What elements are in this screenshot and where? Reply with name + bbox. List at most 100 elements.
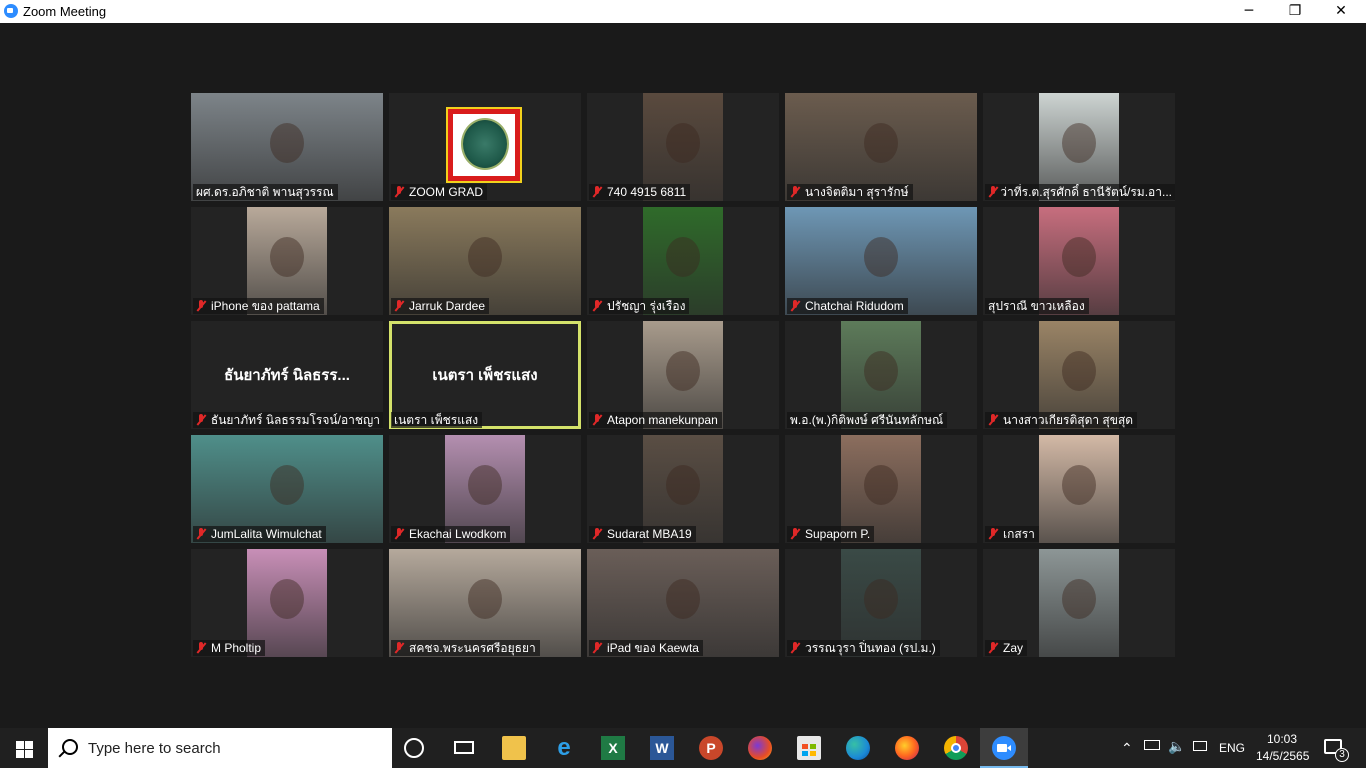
participant-name: Zay bbox=[1003, 641, 1024, 655]
participant-tile[interactable]: JumLalita Wimulchat bbox=[191, 435, 383, 543]
participant-tile[interactable]: เกสรา bbox=[983, 435, 1175, 543]
taskbar: Type here to search e X W P ⌃ 🔈 ENG 10:0… bbox=[0, 728, 1366, 768]
store-icon[interactable] bbox=[797, 736, 821, 760]
participant-tile[interactable]: ธันยาภัทร์ นิลธรร... ธันยาภัทร์ นิลธรรมโร… bbox=[191, 321, 383, 429]
participant-tile[interactable]: Atapon manekunpan bbox=[587, 321, 779, 429]
participant-tile[interactable]: iPhone ของ pattama bbox=[191, 207, 383, 315]
muted-mic-icon bbox=[790, 300, 800, 312]
participant-name-label: ปรัชญา รุ่งเรือง bbox=[589, 298, 690, 314]
participant-name-label: ธันยาภัทร์ นิลธรรมโรจน์/อาชญา bbox=[193, 412, 383, 428]
participant-name-label: 740 4915 6811 bbox=[589, 184, 691, 200]
network-icon[interactable] bbox=[1193, 741, 1207, 751]
window-title: Zoom Meeting bbox=[23, 4, 107, 19]
muted-mic-icon bbox=[988, 642, 998, 654]
participant-tile[interactable]: Zay bbox=[983, 549, 1175, 657]
close-button[interactable]: ✕ bbox=[1318, 0, 1364, 23]
participant-name: ZOOM GRAD bbox=[409, 185, 483, 199]
powerpoint-icon[interactable]: P bbox=[699, 736, 723, 760]
task-view-icon[interactable] bbox=[452, 736, 476, 760]
participant-name-label: Sudarat MBA19 bbox=[589, 526, 696, 542]
participant-tile[interactable]: 740 4915 6811 bbox=[587, 93, 779, 201]
participant-tile[interactable]: Chatchai Ridudom bbox=[785, 207, 977, 315]
muted-mic-icon bbox=[592, 186, 602, 198]
participant-name: Sudarat MBA19 bbox=[607, 527, 692, 541]
title-bar: Zoom Meeting ─ ❐ ✕ bbox=[0, 0, 1366, 23]
participant-name-label: Jarruk Dardee bbox=[391, 298, 490, 314]
search-placeholder: Type here to search bbox=[88, 740, 221, 757]
participant-name-label: iPad ของ Kaewta bbox=[589, 640, 703, 656]
participant-name-label: สุปราณี ขาวเหลือง bbox=[985, 298, 1089, 314]
battery-icon[interactable] bbox=[1144, 740, 1160, 750]
excel-icon[interactable]: X bbox=[601, 736, 625, 760]
participant-tile[interactable]: วรรณวุรา ปิ่นทอง (รป.ม.) bbox=[785, 549, 977, 657]
participant-tile[interactable]: Jarruk Dardee bbox=[389, 207, 581, 315]
muted-mic-icon bbox=[790, 186, 800, 198]
participant-tile[interactable]: สคชจ.พระนครศรีอยุธยา bbox=[389, 549, 581, 657]
muted-mic-icon bbox=[196, 300, 206, 312]
language-indicator[interactable]: ENG bbox=[1219, 741, 1245, 755]
participant-tile[interactable]: นางสาวเกียรติสุดา สุขสุด bbox=[983, 321, 1175, 429]
muted-mic-icon bbox=[196, 414, 206, 426]
participant-avatar-name: ธันยาภัทร์ นิลธรร... bbox=[224, 367, 350, 384]
clock-time[interactable]: 10:03 bbox=[1267, 732, 1297, 746]
minimize-button[interactable]: ─ bbox=[1226, 0, 1272, 23]
file-explorer-icon[interactable] bbox=[502, 736, 526, 760]
participant-name: ปรัชญา รุ่งเรือง bbox=[607, 299, 686, 313]
participant-name-label: M Pholtip bbox=[193, 640, 266, 656]
participant-tile[interactable]: เนตรา เพ็ชรแสง เนตรา เพ็ชรแสง bbox=[389, 321, 581, 429]
firefox-icon[interactable] bbox=[895, 736, 919, 760]
restore-button[interactable]: ❐ bbox=[1272, 0, 1318, 23]
start-button[interactable] bbox=[0, 728, 48, 768]
muted-mic-icon bbox=[196, 528, 206, 540]
taskbar-search-box[interactable]: Type here to search bbox=[48, 728, 392, 768]
participant-tile[interactable]: Sudarat MBA19 bbox=[587, 435, 779, 543]
participant-name: JumLalita Wimulchat bbox=[211, 527, 322, 541]
participant-name: 740 4915 6811 bbox=[607, 185, 687, 199]
zoom-taskbar-button[interactable] bbox=[980, 728, 1028, 768]
clock-date[interactable]: 14/5/2565 bbox=[1256, 749, 1309, 763]
participant-tile[interactable]: ผศ.ดร.อภิชาติ พานสุวรรณ bbox=[191, 93, 383, 201]
volume-icon[interactable]: 🔈 bbox=[1168, 738, 1185, 755]
muted-mic-icon bbox=[196, 642, 206, 654]
muted-mic-icon bbox=[592, 300, 602, 312]
search-icon bbox=[62, 739, 78, 755]
participant-tile[interactable]: ZOOM GRAD bbox=[389, 93, 581, 201]
participant-name: iPhone ของ pattama bbox=[211, 299, 320, 313]
edge-icon[interactable] bbox=[846, 736, 870, 760]
participant-tile[interactable]: ว่าที่ร.ต.สุรศักดิ์ ธานีรัตน์/รม.อา... bbox=[983, 93, 1175, 201]
participant-tile[interactable]: ปรัชญา รุ่งเรือง bbox=[587, 207, 779, 315]
participant-name: ผศ.ดร.อภิชาติ พานสุวรรณ bbox=[196, 185, 334, 199]
participant-tile[interactable]: Supaporn P. bbox=[785, 435, 977, 543]
participant-tile[interactable]: iPad ของ Kaewta bbox=[587, 549, 779, 657]
word-icon[interactable]: W bbox=[650, 736, 674, 760]
participant-name-label: ZOOM GRAD bbox=[391, 184, 487, 200]
participant-tile[interactable]: สุปราณี ขาวเหลือง bbox=[983, 207, 1175, 315]
participant-name: Chatchai Ridudom bbox=[805, 299, 904, 313]
chrome-icon[interactable] bbox=[944, 736, 968, 760]
muted-mic-icon bbox=[592, 528, 602, 540]
show-hidden-icons-chevron-icon[interactable]: ⌃ bbox=[1121, 740, 1133, 757]
participant-tile[interactable]: M Pholtip bbox=[191, 549, 383, 657]
internet-explorer-icon[interactable]: e bbox=[552, 736, 576, 760]
participant-name-label: iPhone ของ pattama bbox=[193, 298, 324, 314]
muted-mic-icon bbox=[394, 300, 404, 312]
participant-name-label: เกสรา bbox=[985, 526, 1039, 542]
participant-tile[interactable]: Ekachai Lwodkom bbox=[389, 435, 581, 543]
participant-name: ว่าที่ร.ต.สุรศักดิ์ ธานีรัตน์/รม.อา... bbox=[1000, 185, 1172, 199]
participant-name: iPad ของ Kaewta bbox=[607, 641, 699, 655]
participant-tile[interactable]: นางจิตติมา สุรารักษ์ bbox=[785, 93, 977, 201]
participant-video bbox=[1039, 435, 1119, 543]
firefox-dev-icon[interactable] bbox=[748, 736, 772, 760]
muted-mic-icon bbox=[394, 642, 404, 654]
participant-name-label: Zay bbox=[985, 640, 1028, 656]
muted-mic-icon bbox=[988, 414, 998, 426]
participant-name: นางสาวเกียรติสุดา สุขสุด bbox=[1003, 413, 1134, 427]
muted-mic-icon bbox=[394, 186, 404, 198]
muted-mic-icon bbox=[394, 528, 404, 540]
participant-video bbox=[1039, 549, 1119, 657]
muted-mic-icon bbox=[988, 528, 998, 540]
cortana-icon[interactable] bbox=[404, 738, 424, 758]
participant-name-label: JumLalita Wimulchat bbox=[193, 526, 326, 542]
participant-tile[interactable]: พ.อ.(พ.)กิติพงษ์ ศรีนันทลักษณ์ bbox=[785, 321, 977, 429]
participant-name-label: Supaporn P. bbox=[787, 526, 875, 542]
